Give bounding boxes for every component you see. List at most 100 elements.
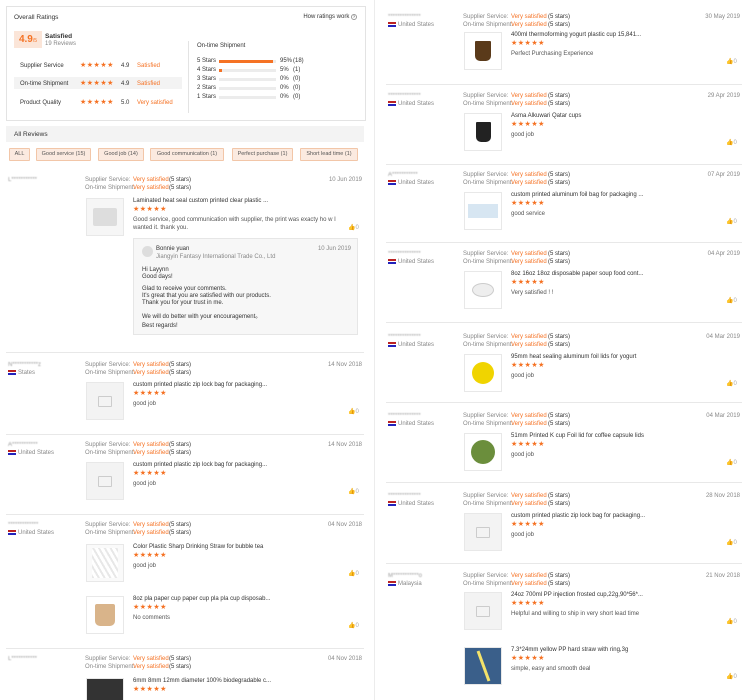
like-button[interactable]: 👍0 [726, 673, 737, 680]
product-thumbnail[interactable] [86, 462, 124, 500]
product-thumbnail[interactable] [464, 592, 502, 630]
like-button[interactable]: 👍0 [348, 622, 359, 629]
supplier-service-label: Supplier Service: [85, 442, 131, 448]
ontime-shipment-stars: (5 stars) [548, 421, 571, 427]
score-label: Satisfied [45, 33, 73, 40]
flag-icon [388, 501, 396, 506]
like-button[interactable]: 👍0 [726, 58, 737, 65]
filter-good-job[interactable]: Good job (14) [98, 148, 144, 161]
reviewer-name: ************** [388, 493, 421, 499]
product-thumbnail[interactable] [86, 596, 124, 634]
review-comment: No comments [133, 615, 171, 621]
product-rating-stars: ★★★★★ [511, 441, 545, 448]
product-title[interactable]: 8oz pla paper cup paper cup pla pla cup … [133, 596, 270, 602]
like-button[interactable]: 👍0 [726, 618, 737, 625]
supplier-service-rating: Very satisfied [511, 334, 547, 340]
supplier-service-stars: (5 stars) [548, 251, 571, 257]
product-title[interactable]: custom printed plastic zip lock bag for … [511, 513, 645, 519]
product-thumbnail[interactable] [464, 354, 502, 392]
product-thumbnail[interactable] [464, 113, 502, 151]
product-title[interactable]: 95mm heat sealing aluminum foil lids for… [511, 354, 636, 360]
like-count: 0 [733, 140, 737, 146]
review-date: 04 Mar 2019 [706, 413, 740, 419]
filter-perfect-purchase[interactable]: Perfect purchase (1) [232, 148, 293, 161]
reviewer-name: A*********** [8, 442, 38, 448]
product-title[interactable]: 400ml thermoforming yogurt plastic cup 1… [511, 32, 641, 38]
like-button[interactable]: 👍0 [348, 224, 359, 231]
metric-value-ontime: 4.9 [121, 81, 130, 87]
how-ratings-work-label[interactable]: How ratings work [303, 14, 349, 20]
product-title[interactable]: Color Plastic Sharp Drinking Straw for b… [133, 544, 263, 550]
supplier-service-label: Supplier Service: [463, 93, 509, 99]
reviewer-country: United States [388, 342, 434, 348]
product-title[interactable]: 6mm 8mm 12mm diameter 100% biodegradable… [133, 678, 271, 684]
product-title[interactable]: 7.3*24mm yellow PP hard straw with ring,… [511, 647, 628, 653]
reviewer-country-label: United States [18, 450, 55, 457]
supplier-service-rating: Very satisfied [133, 522, 169, 528]
supplier-service-label: Supplier Service: [85, 177, 131, 183]
product-thumbnail[interactable] [86, 678, 124, 700]
filter-all[interactable]: ALL [9, 148, 30, 161]
ontime-shipment-label: On-time Shipment: [463, 259, 514, 265]
like-button[interactable]: 👍0 [726, 380, 737, 387]
reviewer-name: ************* [8, 522, 39, 528]
divider [386, 164, 742, 165]
product-title[interactable]: custom printed aluminum foil bag for pac… [511, 192, 643, 198]
product-image-lid [472, 362, 494, 384]
review-comment: good job [511, 373, 535, 379]
product-thumbnail[interactable] [464, 433, 502, 471]
product-thumbnail[interactable] [464, 647, 502, 685]
product-rating-stars: ★★★★★ [511, 362, 545, 369]
product-title[interactable]: Asma Alkuwari Qatar cups [511, 113, 581, 119]
product-thumbnail[interactable] [86, 382, 124, 420]
supplier-service-stars: (5 stars) [548, 14, 571, 20]
like-button[interactable]: 👍0 [726, 218, 737, 225]
product-thumbnail[interactable] [464, 271, 502, 309]
filter-good-service[interactable]: Good service (15) [36, 148, 91, 161]
like-count: 0 [733, 674, 737, 680]
divider [6, 434, 364, 435]
product-image-cup [95, 604, 115, 626]
filter-short-lead-time[interactable]: Short lead time (1) [300, 148, 358, 161]
like-button[interactable]: 👍0 [726, 459, 737, 466]
like-button[interactable]: 👍0 [348, 408, 359, 415]
metric-stars-quality: ★★★★★ [80, 99, 114, 106]
product-title[interactable]: custom printed plastic zip lock bag for … [133, 462, 267, 468]
product-title[interactable]: Laminated heat seal custom printed clear… [133, 198, 268, 204]
dist-count: (18) [293, 58, 304, 64]
how-ratings-work-link[interactable]: How ratings work ? [303, 14, 357, 20]
like-button[interactable]: 👍0 [726, 539, 737, 546]
product-thumbnail[interactable] [464, 32, 502, 70]
ontime-shipment-label: On-time Shipment: [463, 581, 514, 587]
like-button[interactable]: 👍0 [348, 488, 359, 495]
product-rating-stars: ★★★★★ [133, 552, 167, 559]
product-thumbnail[interactable] [464, 192, 502, 230]
like-button[interactable]: 👍0 [726, 297, 737, 304]
dist-count: (0) [293, 85, 301, 91]
ontime-shipment-stars: (5 stars) [169, 185, 192, 191]
reviewer-country-label: United States [398, 259, 435, 266]
ratings-summary: Overall Ratings How ratings work ? 4.9/5… [6, 6, 366, 121]
dist-bar [219, 69, 276, 72]
like-button[interactable]: 👍0 [348, 570, 359, 577]
product-title[interactable]: 8oz 16oz 18oz disposable paper soup food… [511, 271, 643, 277]
like-count: 0 [733, 219, 737, 225]
product-thumbnail[interactable] [86, 544, 124, 582]
product-title[interactable]: 51mm Printed K cup Foil lid for coffee c… [511, 433, 644, 439]
product-thumbnail[interactable] [86, 198, 124, 236]
divider [386, 482, 742, 483]
supplier-service-rating: Very satisfied [511, 413, 547, 419]
like-count: 0 [355, 571, 359, 577]
ontime-shipment-stars: (5 stars) [548, 581, 571, 587]
product-title[interactable]: custom printed plastic zip lock bag for … [133, 382, 267, 388]
reviewer-country: United States [388, 501, 434, 507]
dist-pct: 95% [280, 58, 293, 64]
like-button[interactable]: 👍0 [726, 139, 737, 146]
review-comment: simple, easy and smooth deal [511, 666, 591, 672]
metric-label-supplier: Supplier Service [20, 63, 64, 69]
overall-ratings-title: Overall Ratings [14, 14, 59, 21]
product-thumbnail[interactable] [464, 513, 502, 551]
product-title[interactable]: 24oz 700ml PP injection frosted cup,22g,… [511, 592, 643, 598]
product-image-lid [471, 440, 495, 464]
filter-good-communication[interactable]: Good communication (1) [150, 148, 224, 161]
